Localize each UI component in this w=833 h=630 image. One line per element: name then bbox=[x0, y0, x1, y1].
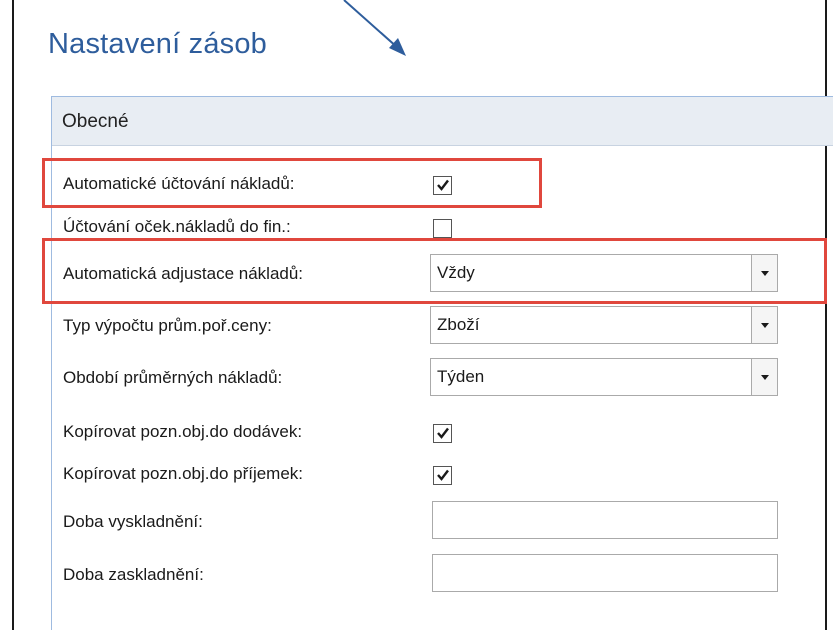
inbound-whse-handling-time-input[interactable] bbox=[432, 554, 778, 592]
dropdown-button[interactable] bbox=[751, 359, 777, 395]
page: Nastavení zásob Obecné Automatické účtov… bbox=[0, 0, 833, 630]
checkmark-icon bbox=[437, 469, 449, 481]
chevron-down-icon bbox=[761, 271, 769, 276]
average-cost-period-select[interactable]: Týden bbox=[430, 358, 778, 396]
chevron-down-icon bbox=[761, 323, 769, 328]
inbound-whse-handling-time-label: Doba zaskladnění: bbox=[63, 565, 204, 584]
checkmark-icon bbox=[437, 427, 449, 439]
fasttab-title: Obecné bbox=[62, 111, 129, 132]
average-cost-period-label: Období průměrných nákladů: bbox=[63, 368, 283, 387]
copy-comments-to-shipments-checkbox[interactable] bbox=[433, 424, 452, 443]
chevron-down-icon bbox=[761, 375, 769, 380]
average-cost-calc-type-value: Zboží bbox=[437, 315, 480, 334]
expected-cost-posting-checkbox[interactable] bbox=[433, 219, 452, 238]
average-cost-calc-type-select[interactable]: Zboží bbox=[430, 306, 778, 344]
average-cost-calc-type-label: Typ výpočtu prům.poř.ceny: bbox=[63, 316, 272, 335]
copy-comments-to-shipments-label: Kopírovat pozn.obj.do dodávek: bbox=[63, 422, 303, 441]
outbound-whse-handling-time-input[interactable] bbox=[432, 501, 778, 539]
fasttab-header[interactable]: Obecné bbox=[52, 97, 833, 146]
average-cost-period-value: Týden bbox=[437, 367, 485, 386]
page-title: Nastavení zásob bbox=[48, 28, 268, 60]
automatic-cost-adjustment-select[interactable]: Vždy bbox=[430, 254, 778, 292]
automatic-cost-adjustment-value: Vždy bbox=[437, 263, 475, 282]
automatic-cost-adjustment-label: Automatická adjustace nákladů: bbox=[63, 264, 304, 283]
expected-cost-posting-label: Účtování oček.nákladů do fin.: bbox=[63, 217, 291, 236]
checkmark-icon bbox=[437, 179, 449, 191]
outbound-whse-handling-time-label: Doba vyskladnění: bbox=[63, 512, 203, 531]
dropdown-button[interactable] bbox=[751, 255, 777, 291]
automatic-cost-posting-checkbox[interactable] bbox=[433, 176, 452, 195]
copy-comments-to-receipts-checkbox[interactable] bbox=[433, 466, 452, 485]
dropdown-button[interactable] bbox=[751, 307, 777, 343]
copy-comments-to-receipts-label: Kopírovat pozn.obj.do příjemek: bbox=[63, 464, 304, 483]
automatic-cost-posting-label: Automatické účtování nákladů: bbox=[63, 174, 295, 193]
